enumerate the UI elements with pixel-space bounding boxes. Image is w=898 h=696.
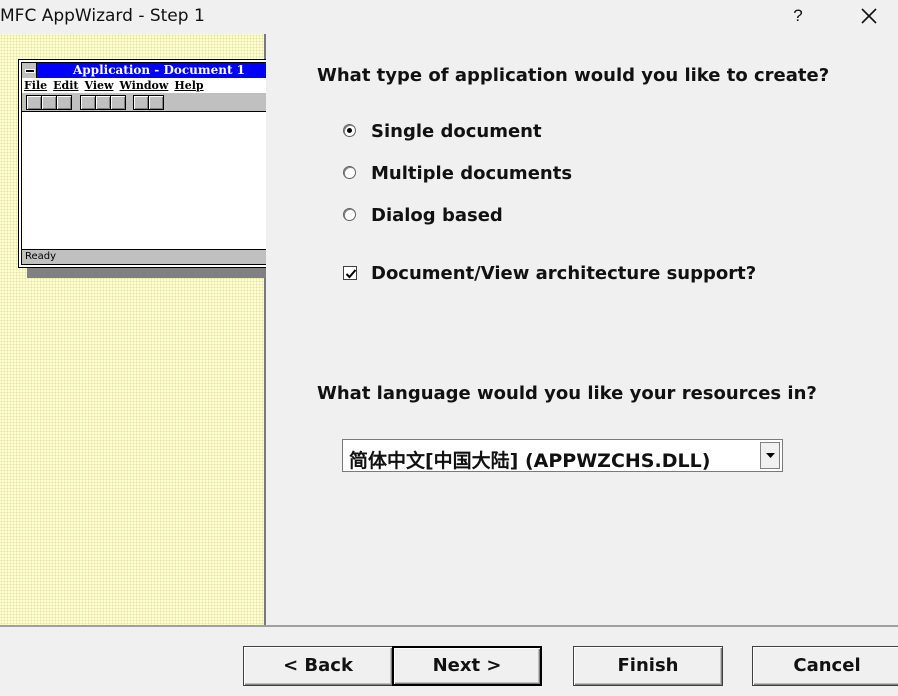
language-combobox[interactable]: 简体中文[中国大陆] (APPWZCHS.DLL) — [342, 439, 783, 472]
window-title: MFC AppWizard - Step 1 — [0, 6, 205, 26]
combo-dropdown-button[interactable] — [760, 442, 780, 469]
toolbar-button-icon — [56, 95, 72, 110]
toolbar-button-icon — [133, 95, 149, 110]
help-button[interactable]: ? — [785, 3, 811, 29]
close-icon — [861, 8, 877, 24]
radio-button-icon[interactable] — [343, 208, 356, 221]
preview-menu-window: Window — [119, 79, 169, 92]
toolbar-button-icon — [148, 95, 164, 110]
close-button[interactable] — [852, 2, 886, 30]
preview-status-bar: Ready — [22, 249, 296, 264]
title-bar: MFC AppWizard - Step 1 ? — [0, 0, 898, 34]
docview-checkbox[interactable] — [343, 266, 357, 280]
toolbar-button-icon — [41, 95, 57, 110]
preview-menu-view: View — [84, 79, 114, 92]
radio-label: Multiple documents — [371, 163, 573, 184]
toolbar-button-icon — [110, 95, 126, 110]
preview-menu-file: File — [24, 79, 48, 92]
toolbar-button-icon — [26, 95, 42, 110]
preview-menu-edit: Edit — [53, 79, 79, 92]
options-pane — [266, 34, 898, 625]
radio-button-icon[interactable] — [343, 166, 356, 179]
checkmark-icon — [345, 269, 357, 279]
preview-toolbar — [22, 93, 296, 112]
app-type-question: What type of application would you like … — [317, 65, 830, 86]
system-menu-icon — [22, 63, 37, 78]
docview-label: Document/View architecture support? — [371, 263, 757, 284]
preview-menu-bar: File Edit View Window Help — [22, 79, 296, 92]
radio-label: Dialog based — [371, 205, 503, 226]
preview-menu-help: Help — [174, 79, 204, 92]
radio-label: Single document — [371, 121, 542, 142]
toolbar-button-icon — [80, 95, 96, 110]
finish-button[interactable]: Finish — [573, 646, 723, 686]
toolbar-button-icon — [95, 95, 111, 110]
radio-button-icon[interactable] — [343, 124, 356, 137]
back-button[interactable]: < Back — [243, 646, 393, 686]
chevron-down-icon — [766, 453, 775, 458]
language-question: What language would you like your resour… — [317, 383, 817, 404]
preview-window: Application - Document 1 File Edit View Win… — [18, 59, 300, 268]
preview-window-title: Application - Document 1 — [22, 63, 296, 78]
language-selected-value: 简体中文[中国大陆] (APPWZCHS.DLL) — [349, 450, 711, 472]
next-button[interactable]: Next > — [392, 646, 542, 686]
cancel-button[interactable]: Cancel — [752, 646, 898, 686]
